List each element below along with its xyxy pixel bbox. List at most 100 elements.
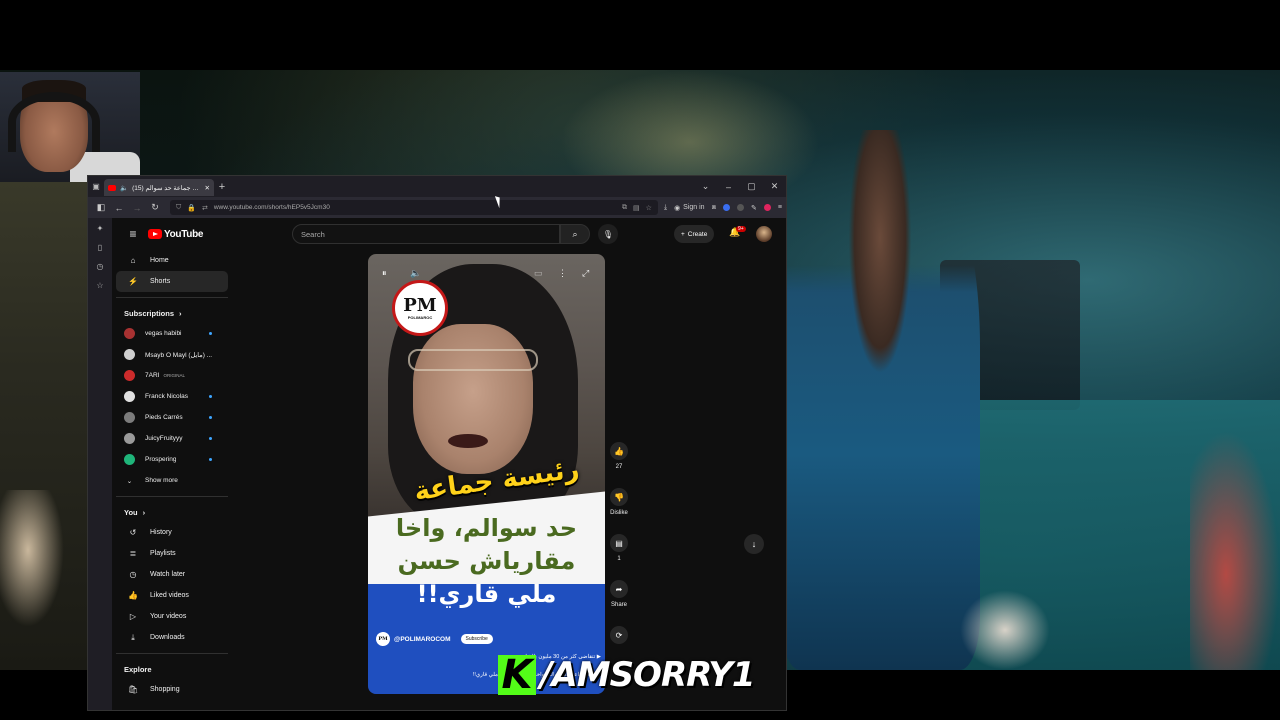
subscription-item[interactable]: JuicyFruityyy <box>112 428 232 449</box>
like-button[interactable]: 👍 <box>610 442 628 460</box>
account-avatar[interactable] <box>756 226 772 242</box>
nav-downloads[interactable]: ⤓ Downloads <box>116 627 228 648</box>
palm-plant <box>560 70 820 190</box>
channel-avatar[interactable]: PM <box>376 632 390 646</box>
tab-overflow-icon[interactable]: ⌄ <box>694 181 717 192</box>
microphone-icon: 🎙 <box>602 229 614 239</box>
subscriptions-heading[interactable]: Subscriptions › <box>112 303 232 323</box>
extension-red-icon[interactable] <box>763 204 771 211</box>
maximize-button[interactable]: ▢ <box>740 181 763 192</box>
navigation-bar: ◧ ← → ↻ ⛉ 🔒 ⇄ www.youtube.com/shorts/hEP… <box>88 197 786 218</box>
share-button[interactable]: ➦ <box>610 580 628 598</box>
bookmark-star-icon[interactable]: ☆ <box>646 204 652 212</box>
logo-name: POLIMAROC <box>407 314 433 320</box>
nav-shorts[interactable]: ⚡ Shorts <box>116 271 228 292</box>
comments-button[interactable]: ▤ <box>610 534 628 552</box>
channel-handle[interactable]: @POLIMAROCOM <box>394 636 451 643</box>
subscription-item[interactable]: Prospering <box>112 449 232 470</box>
nav-liked-videos[interactable]: 👍 Liked videos <box>116 585 228 606</box>
white-bird-statue <box>960 590 1050 670</box>
picture-in-picture-icon[interactable]: ⧉ <box>622 204 627 212</box>
subscription-item[interactable]: vegas habibi <box>112 323 232 344</box>
url-text[interactable]: www.youtube.com/shorts/hEP5v5Jcm30 <box>214 204 330 211</box>
shield-icon[interactable]: ⛉ <box>176 204 181 212</box>
short-video-player[interactable]: ⏸ 🔈 ▭ ⋮ ⤢ PM POLIMAROC رئيسة جماعة حد سو… <box>368 254 605 694</box>
subscription-item[interactable]: Msayb O Mayl (مايل) ... <box>112 344 232 365</box>
sidebar-toggle-icon[interactable]: ◧ <box>92 202 110 213</box>
ai-assistant-icon[interactable]: ✦ <box>97 224 104 233</box>
extension-gray-icon[interactable] <box>737 204 745 211</box>
you-heading[interactable]: You › <box>112 502 232 522</box>
reload-icon[interactable]: ↻ <box>146 202 164 213</box>
captions-icon[interactable]: ▭ <box>534 268 543 279</box>
next-short-button[interactable]: ↓ <box>744 534 764 554</box>
close-window-button[interactable]: ✕ <box>763 181 786 192</box>
logo-initials: PM <box>403 294 437 316</box>
nav-history[interactable]: ↺ History <box>116 522 228 543</box>
favorites-icon[interactable]: ☆ <box>96 281 103 290</box>
nav-playlists-label: Playlists <box>150 550 176 557</box>
original-tag: ORIGINAL <box>163 373 185 378</box>
sign-in-label: Sign in <box>683 204 705 211</box>
extension-blue-icon[interactable] <box>723 204 731 211</box>
create-button[interactable]: + Create <box>674 225 715 243</box>
guide-menu-icon[interactable]: ≡ <box>118 227 148 241</box>
youtube-play-icon <box>148 229 162 239</box>
dislike-button[interactable]: 👎 <box>610 488 628 506</box>
extension-pen-icon[interactable]: ✎ <box>751 204 757 212</box>
man-in-blue-suit <box>780 130 980 670</box>
active-tab[interactable]: 🔈 (15) رئيسة جماعة حد سوالم... ✕ <box>104 179 214 196</box>
close-tab-icon[interactable]: ✕ <box>205 184 210 192</box>
menu-icon[interactable]: ≡ <box>778 204 782 211</box>
explore-heading: Explore <box>112 659 232 679</box>
nav-shopping[interactable]: 🛍 Shopping <box>116 679 228 700</box>
download-icon[interactable]: ⤓ <box>664 204 667 212</box>
nav-your-videos-label: Your videos <box>150 613 187 620</box>
pause-icon[interactable]: ⏸ <box>382 268 387 279</box>
extensions-icon[interactable]: ⧈ <box>712 204 716 212</box>
kick-channel-overlay: K /AMSORRY1 <box>498 652 755 698</box>
permissions-icon[interactable]: ⇄ <box>202 204 208 212</box>
address-bar[interactable]: ⛉ 🔒 ⇄ www.youtube.com/shorts/hEP5v5Jcm30… <box>170 200 658 215</box>
volume-icon[interactable]: 🔈 <box>410 268 421 279</box>
nav-liked-label: Liked videos <box>150 592 189 599</box>
subscriptions-title: Subscriptions <box>124 308 175 318</box>
left-scene-person <box>0 490 70 640</box>
overlay-line-4: ملي قاري!! <box>416 580 557 608</box>
chevron-down-icon: ⌄ <box>126 477 133 485</box>
forward-icon[interactable]: → <box>128 203 146 213</box>
more-options-icon[interactable]: ⋮ <box>558 268 567 279</box>
youtube-logo[interactable]: YouTube <box>148 229 204 240</box>
bookmarks-icon[interactable]: ▯ <box>98 243 102 252</box>
show-more-button[interactable]: ⌄ Show more <box>112 470 232 491</box>
reader-view-icon[interactable]: ▤ <box>633 204 640 212</box>
back-icon[interactable]: ← <box>110 203 128 213</box>
sign-in-button[interactable]: ◉ Sign in <box>674 204 705 212</box>
browser-window: ▣ 🔈 (15) رئيسة جماعة حد سوالم... ✕ + ⌄ –… <box>87 175 787 711</box>
subscription-item[interactable]: Pieds Carrés <box>112 407 232 428</box>
nav-your-videos[interactable]: ▷ Your videos <box>116 606 228 627</box>
search-button[interactable]: ⌕ <box>560 224 590 244</box>
search-placeholder: Search <box>301 229 325 239</box>
voice-search-button[interactable]: 🎙 <box>598 224 618 244</box>
nav-watch-later[interactable]: ◷ Watch later <box>116 564 228 585</box>
speaker-icon[interactable]: 🔈 <box>120 184 128 192</box>
subscription-item[interactable]: Franck Nicolas <box>112 386 232 407</box>
nav-home[interactable]: ⌂ Home <box>116 250 228 271</box>
remix-button[interactable]: ⟳ <box>610 626 628 644</box>
watch-later-icon: ◷ <box>129 570 137 579</box>
divider <box>116 653 228 654</box>
fullscreen-icon[interactable]: ⤢ <box>582 268 589 279</box>
thumbs-up-icon: 👍 <box>614 446 624 456</box>
search-input[interactable]: Search <box>292 224 560 244</box>
new-tab-button[interactable]: + <box>214 181 230 193</box>
new-content-dot <box>209 416 212 419</box>
minimize-button[interactable]: – <box>717 182 740 192</box>
nav-playlists[interactable]: ≣ Playlists <box>116 543 228 564</box>
subscribe-button[interactable]: Subscribe <box>460 634 493 644</box>
lock-icon[interactable]: 🔒 <box>187 204 196 212</box>
tab-list-icon[interactable]: ▣ <box>88 182 104 191</box>
history-sidebar-icon[interactable]: ◷ <box>97 262 104 271</box>
comment-count: 1 <box>617 556 621 562</box>
subscription-item[interactable]: 7ARI ORIGINAL <box>112 365 232 386</box>
